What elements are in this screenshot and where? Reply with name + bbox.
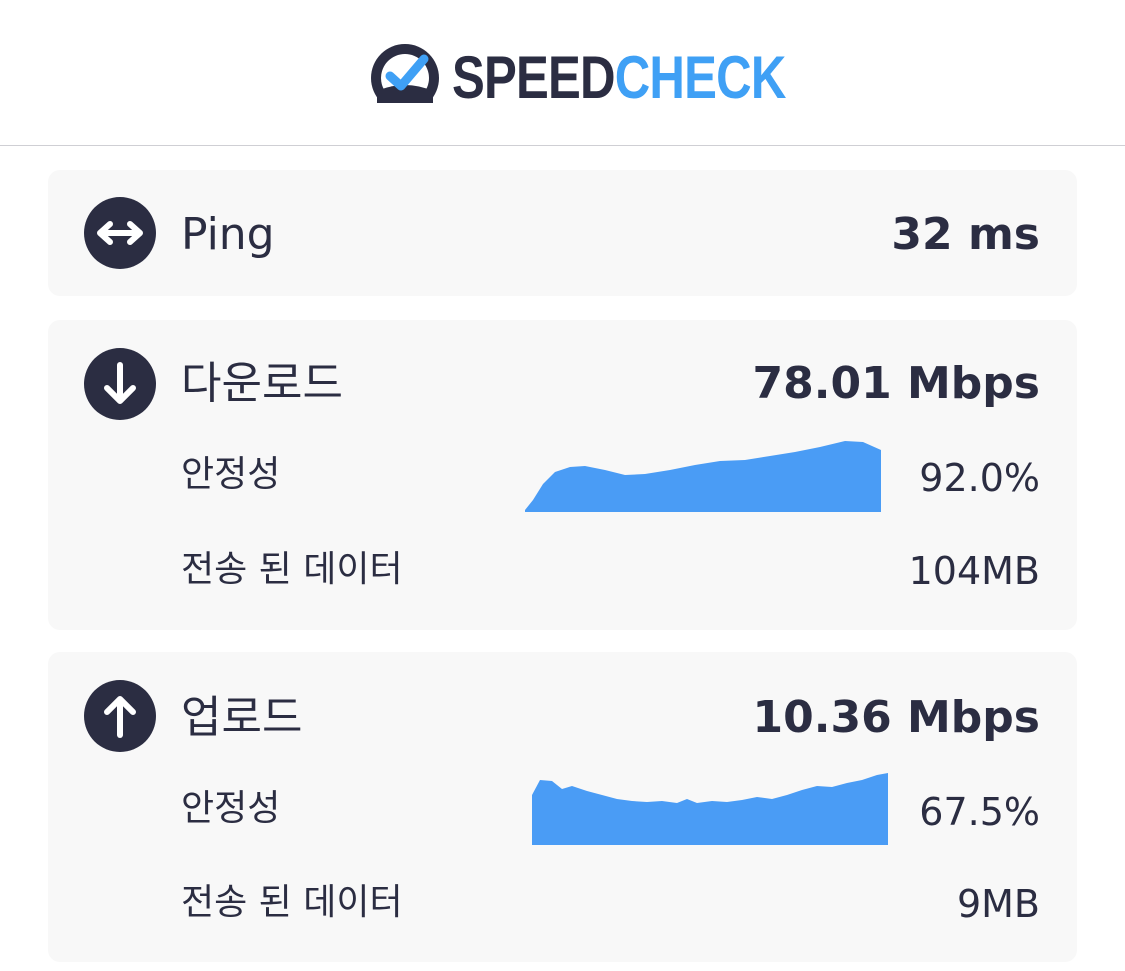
- upload-card: 업로드 10.36 Mbps 안정성 67.5% 전송 된 데이터 9MB: [48, 652, 1077, 962]
- speedcheck-logo: SPEEDCHECK: [368, 42, 859, 115]
- brand-check-text: CHECK: [614, 44, 787, 111]
- double-arrow-icon: [84, 197, 156, 269]
- upload-label: 업로드: [181, 692, 303, 743]
- download-stability-value: 92.0%: [919, 456, 1040, 500]
- ping-label: Ping: [181, 209, 275, 260]
- download-label: 다운로드: [181, 358, 343, 409]
- brand-wordmark: SPEEDCHECK: [452, 48, 786, 108]
- upload-stability-value: 67.5%: [919, 790, 1040, 834]
- upload-data-value: 9MB: [956, 882, 1040, 926]
- upload-stability-sparkline: [532, 773, 888, 845]
- download-stability-label: 안정성: [181, 454, 281, 495]
- download-value: 78.01 Mbps: [752, 358, 1040, 409]
- arrow-down-icon: [84, 348, 156, 420]
- download-card: 다운로드 78.01 Mbps 안정성 92.0% 전송 된 데이터 104MB: [48, 320, 1077, 630]
- app-header: SPEEDCHECK: [0, 0, 1125, 146]
- ping-card: Ping 32 ms: [48, 170, 1077, 296]
- brand-speed-text: SPEED: [452, 44, 616, 111]
- upload-data-label: 전송 된 데이터: [181, 882, 403, 923]
- download-stability-sparkline: [525, 441, 881, 512]
- speedometer-check-icon: [368, 44, 442, 115]
- download-data-label: 전송 된 데이터: [181, 549, 403, 590]
- ping-value: 32 ms: [891, 209, 1040, 260]
- arrow-up-icon: [84, 680, 156, 752]
- download-data-value: 104MB: [908, 549, 1040, 593]
- upload-value: 10.36 Mbps: [752, 692, 1040, 743]
- upload-stability-label: 안정성: [181, 788, 281, 829]
